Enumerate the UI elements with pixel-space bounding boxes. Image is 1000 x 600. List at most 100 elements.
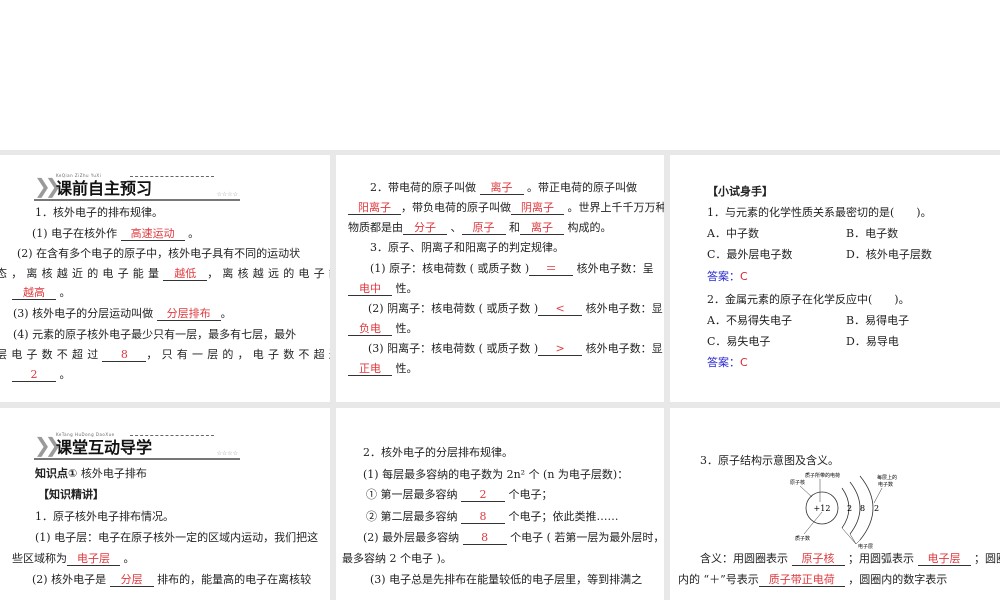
- text-line: 电中 性。: [348, 282, 418, 296]
- text-segment: 1．原子核外电子排布情况。: [35, 510, 174, 523]
- slide-thumbnail-1[interactable]: ❯❯ KeQian ZiZhu YuXi 课前自主预习 ☆☆☆☆ 1．核外电子的…: [0, 155, 330, 402]
- text-line: 物质都是由 分子 、原子 和离子 构成的。: [348, 221, 612, 235]
- text-line: (3) 电子总是先排布在能量较低的电子层里，等到排满之: [370, 573, 642, 587]
- text-line: 含义：用圆圈表示 原子核 ；用圆弧表示 电子层 ；圆圈: [700, 552, 1000, 566]
- fill-in-answer: 原子: [461, 222, 506, 235]
- text-segment: 。带正电荷的原子叫做: [523, 181, 637, 194]
- text-segment: ② 第二层最多容纳: [366, 510, 461, 523]
- slide-thumbnail-3[interactable]: 【小试身手】 1．与元素的化学性质关系最密切的是( )。 A．中子数 B．电子数 C．最…: [670, 155, 1000, 402]
- fill-in-answer: 负电: [348, 323, 392, 336]
- section-header: ❯❯ KeQian ZiZhu YuXi 课前自主预习 ☆☆☆☆: [34, 173, 240, 201]
- text-segment: 。: [220, 307, 232, 320]
- text-line: 答案：C: [707, 356, 748, 370]
- text-line: 2 。: [12, 368, 71, 382]
- fill-in-answer: 质子带正电荷: [758, 574, 845, 587]
- text-segment: ，圆圈内的数字表示: [844, 573, 948, 586]
- text-segment: (1) 每层最多容纳的电子数为 2n² 个 (n 为电子层数)：: [363, 468, 629, 481]
- text-segment: 。: [184, 227, 200, 240]
- text-line: 内的 “＋”号表示 质子带正电荷 ，圆圈内的数字表示: [678, 573, 947, 587]
- text-segment: 层电子数不超过: [0, 348, 103, 361]
- text-segment: 、: [447, 221, 462, 234]
- header-title: 课前自主预习: [56, 179, 153, 198]
- text-line: (2) 阴离子：核电荷数 ( 或质子数 ) < 核外电子数：显: [368, 302, 663, 316]
- text-line: (1) 电子在核外作 高速运动 。: [32, 227, 199, 241]
- text-line: ② 第二层最多容纳 8 个电子；依此类推……: [366, 510, 619, 524]
- text-line: 些区域称为 电子层 。: [12, 552, 135, 566]
- fill-in-answer: 离子: [520, 222, 564, 235]
- fill-in-answer: 8: [102, 349, 147, 362]
- text-line: 【知识精讲】: [38, 488, 104, 502]
- text-segment: 。: [56, 368, 71, 381]
- shell-count-1: 2: [847, 504, 852, 513]
- option-right-column: B．易得电子: [846, 314, 910, 327]
- text-segment: 态，离核越近的电子能量: [0, 267, 164, 280]
- label-per-shell-1: 每层上的: [877, 474, 897, 481]
- text-segment: 。: [56, 286, 71, 299]
- text-line: 越高 。: [12, 286, 71, 300]
- text-line: 1．原子核外电子排布情况。: [35, 510, 174, 524]
- option-right-column: D．易导电: [846, 335, 899, 348]
- text-line: 1．与元素的化学性质关系最密切的是( )。: [707, 206, 932, 220]
- answer-value: C: [740, 356, 748, 369]
- text-segment: (3) 阳离子：核电荷数 ( 或质子数 ): [368, 342, 539, 355]
- fill-in-answer: 分层: [109, 574, 154, 587]
- text-segment: 2．带电荷的原子叫做: [370, 181, 480, 194]
- text-segment: 2．金属元素的原子在化学反应中( )。: [707, 293, 910, 306]
- text-segment: 最多容纳 2 个电子 )。: [342, 552, 452, 565]
- text-segment: (2) 最外层最多容纳: [363, 531, 463, 544]
- fill-in-answer: <: [538, 303, 583, 316]
- text-segment: 核外电子排布: [77, 467, 147, 480]
- fill-in-answer: 8: [461, 511, 505, 524]
- label-charge: 质子所带的电荷: [805, 472, 840, 479]
- fill-in-answer: ＝: [529, 263, 574, 276]
- text-segment: 性。: [392, 282, 418, 295]
- text-segment: 内的 “＋”号表示: [678, 573, 759, 586]
- text-line: 3．原子、阴离子和阳离子的判定规律。: [370, 241, 564, 255]
- fill-in-answer: 8: [462, 532, 507, 545]
- text-segment: 物质都是由: [348, 221, 403, 234]
- text-segment: ，带负电荷的原子叫做: [401, 201, 511, 214]
- option-right-column: B．电子数: [846, 227, 899, 240]
- slide-thumbnail-6[interactable]: +12 2 8 2 原子核 质子所带的电荷 每层上的 电子数 质子数 电子层 3…: [670, 408, 1000, 600]
- text-segment: (4) 元素的原子核外电子最少只有一层，最多有七层，最外: [13, 328, 297, 341]
- text-segment: ，只有一层的，电子数不超过: [146, 348, 330, 361]
- bold-heading: 【知识精讲】: [38, 488, 104, 501]
- bold-heading: 【小试身手】: [707, 185, 773, 198]
- text-segment: 1．核外电子的排布规律。: [35, 206, 163, 219]
- text-segment: 。: [120, 552, 135, 565]
- text-segment: (2) 核外电子是: [32, 573, 110, 586]
- text-line: A．不易得失电子 B．易得电子: [707, 314, 909, 328]
- text-segment: (2) 阴离子：核电荷数 ( 或质子数 ): [368, 302, 539, 315]
- text-segment: 核外电子数：呈: [573, 262, 654, 275]
- answer-label: 答案：: [707, 270, 740, 283]
- text-segment: 些区域称为: [12, 552, 67, 565]
- text-line: (2) 最外层最多容纳 8 个电子 ( 若第一层为最外层时，: [363, 531, 664, 545]
- fill-in-answer: 高速运动: [120, 228, 185, 241]
- text-line: A．中子数 B．电子数: [707, 227, 898, 241]
- fill-in-answer: 电子层: [917, 553, 971, 566]
- shell-count-3: 2: [874, 504, 879, 513]
- shell-count-2: 8: [860, 504, 865, 513]
- header-title: 课堂互动导学: [56, 438, 153, 457]
- text-line: 2．带电荷的原子叫做 离子 。带正电荷的原子叫做: [370, 181, 637, 195]
- text-segment: 3．原子、阴离子和阳离子的判定规律。: [370, 241, 564, 254]
- text-segment: (1) 原子：核电荷数 ( 或质子数 ): [370, 262, 530, 275]
- text-segment: 个电子 ( 若第一层为最外层时，: [506, 531, 664, 544]
- text-line: 态，离核越近的电子能量越低，离核越远的电子能量: [0, 267, 330, 281]
- text-segment: A．中子数: [707, 227, 759, 240]
- text-line: 2．核外电子的分层排布规律。: [363, 446, 513, 460]
- fill-in-answer: 离子: [479, 182, 524, 195]
- fill-in-answer: 越低: [163, 268, 208, 281]
- slide-thumbnail-4[interactable]: ❯❯ KeTang HuDong DaoXue 课堂互动导学 ☆☆☆☆ 知识点①…: [0, 408, 330, 600]
- text-segment: 。世界上千千万万种: [564, 201, 664, 214]
- text-segment: A．不易得失电子: [707, 314, 792, 327]
- slide-thumbnail-2[interactable]: 2．带电荷的原子叫做 离子 。带正电荷的原子叫做阳离子 ，带负电荷的原子叫做 阴离子…: [336, 155, 664, 402]
- chevron-double-icon: ❯❯: [34, 433, 61, 457]
- text-line: 阳离子 ，带负电荷的原子叫做 阴离子 。世界上千千万万种: [348, 201, 664, 215]
- fill-in-answer: 电子层: [67, 553, 120, 566]
- slide-thumbnail-5[interactable]: 2．核外电子的分层排布规律。 (1) 每层最多容纳的电子数为 2n² 个 (n 为…: [336, 408, 664, 600]
- text-line: 答案：C: [707, 270, 748, 284]
- text-line: (2) 在含有多个电子的原子中，核外电子具有不同的运动状: [17, 247, 300, 261]
- answer-value: C: [740, 270, 748, 283]
- text-line: C．易失电子 D．易导电: [707, 335, 899, 349]
